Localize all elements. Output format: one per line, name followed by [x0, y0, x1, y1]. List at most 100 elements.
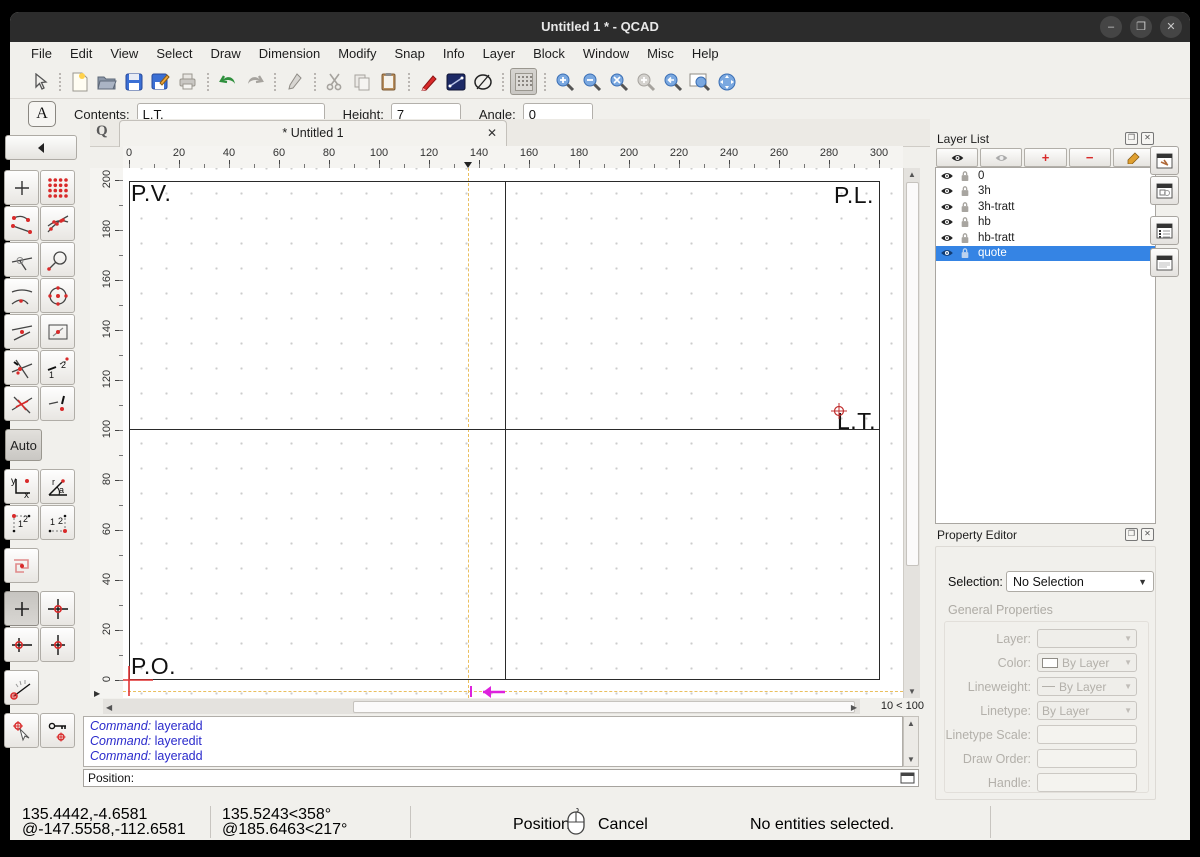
selection-dropdown[interactable]: No Selection ▼	[1006, 571, 1154, 592]
float-panel-icon[interactable]: ❐	[1125, 132, 1138, 145]
layer-lock-icon[interactable]	[960, 247, 970, 259]
layer-visibility-icon[interactable]	[940, 248, 954, 258]
layer-lock-icon[interactable]	[960, 185, 970, 197]
minimize-button[interactable]: –	[1100, 16, 1122, 38]
zoom-window-icon[interactable]	[687, 69, 712, 94]
tab-close-icon[interactable]: ✕	[487, 126, 497, 140]
redo-icon[interactable]	[242, 69, 267, 94]
scroll-up-arrow[interactable]: ▲	[904, 719, 918, 728]
layer-visibility-icon[interactable]	[940, 233, 954, 243]
menu-draw[interactable]: Draw	[201, 44, 249, 63]
menu-edit[interactable]: Edit	[61, 44, 101, 63]
document-tab[interactable]: * Untitled 1 ✕	[119, 120, 507, 147]
snap-tangential-icon[interactable]	[40, 242, 75, 277]
coordinate-cartesian-icon[interactable]: yx	[4, 469, 39, 504]
line-tool-icon[interactable]	[443, 69, 468, 94]
snap-reference-icon[interactable]	[40, 314, 75, 349]
dock-block-list-button[interactable]	[1150, 176, 1179, 205]
layer-row[interactable]: hb	[936, 215, 1155, 231]
snap-intersection-auto-icon[interactable]	[4, 350, 39, 385]
restrict-orthogonal-icon[interactable]	[40, 591, 75, 626]
restrict-off-icon[interactable]	[4, 591, 39, 626]
coordinate-polar-icon[interactable]: ra	[40, 469, 75, 504]
menu-modify[interactable]: Modify	[329, 44, 385, 63]
menu-misc[interactable]: Misc	[638, 44, 683, 63]
color-dropdown[interactable]: By Layer ▼	[1037, 653, 1137, 672]
close-panel-icon[interactable]: ✕	[1141, 528, 1154, 541]
dock-property-editor-button[interactable]	[1150, 146, 1179, 175]
distance-manual-1-icon[interactable]: 12	[4, 505, 39, 540]
set-relative-zero-icon[interactable]	[4, 713, 39, 748]
menu-select[interactable]: Select	[147, 44, 201, 63]
copy-icon[interactable]	[349, 69, 374, 94]
snap-middle-manual-icon[interactable]	[4, 278, 39, 313]
layer-dropdown[interactable]: ▼	[1037, 629, 1137, 648]
menu-window[interactable]: Window	[574, 44, 638, 63]
back-button[interactable]	[5, 135, 77, 160]
snap-perpendicular-icon[interactable]	[4, 242, 39, 277]
distance-manual-2-icon[interactable]: 12	[40, 505, 75, 540]
undo-icon[interactable]	[215, 69, 240, 94]
vertical-scrollbar-thumb[interactable]	[906, 182, 919, 566]
snap-endpoints-icon[interactable]	[4, 206, 39, 241]
snap-middle-icon[interactable]	[4, 314, 39, 349]
snap-intersection-manual-icon[interactable]: 12	[40, 350, 75, 385]
restrict-vertical-icon[interactable]	[40, 627, 75, 662]
menu-view[interactable]: View	[101, 44, 147, 63]
pan-icon[interactable]	[714, 69, 739, 94]
hide-all-layers-button[interactable]	[980, 148, 1023, 167]
close-panel-icon[interactable]: ✕	[1141, 132, 1154, 145]
layer-row[interactable]: hb-tratt	[936, 230, 1155, 246]
command-history-scrollbar[interactable]: ▲ ▼	[903, 716, 919, 767]
snap-polyline-icon[interactable]	[4, 548, 39, 583]
command-line-input[interactable]	[134, 770, 900, 786]
zoom-in-icon[interactable]	[552, 69, 577, 94]
scroll-down-arrow[interactable]: ▼	[904, 755, 918, 764]
layer-visibility-icon[interactable]	[940, 202, 954, 212]
cut-icon[interactable]	[322, 69, 347, 94]
close-button[interactable]: ✕	[1160, 16, 1182, 38]
horizontal-scrollbar-thumb[interactable]	[353, 701, 855, 713]
snap-free-icon[interactable]	[4, 170, 39, 205]
command-history[interactable]: Command: layeradd Command: layeredit Com…	[83, 716, 903, 767]
layer-row-selected[interactable]: quote	[936, 245, 1155, 261]
linetype-scale-input[interactable]	[1037, 725, 1137, 744]
grid-toggle-icon[interactable]	[510, 68, 537, 95]
layer-list-titlebar[interactable]: Layer List ❐ ✕	[933, 130, 1158, 147]
restrict-angle-icon[interactable]	[4, 670, 39, 705]
menu-info[interactable]: Info	[434, 44, 474, 63]
add-layer-button[interactable]: +	[1024, 148, 1067, 167]
property-editor-titlebar[interactable]: Property Editor ❐ ✕	[933, 526, 1158, 543]
remove-layer-button[interactable]: −	[1068, 148, 1111, 167]
menu-layer[interactable]: Layer	[474, 44, 525, 63]
menu-file[interactable]: File	[22, 44, 61, 63]
menu-dimension[interactable]: Dimension	[250, 44, 329, 63]
layer-row[interactable]: 3h-tratt	[936, 199, 1155, 215]
menu-block[interactable]: Block	[524, 44, 574, 63]
save-icon[interactable]	[121, 69, 146, 94]
linetype-dropdown[interactable]: By Layer ▼	[1037, 701, 1137, 720]
layer-lock-icon[interactable]	[960, 216, 970, 228]
drawing-canvas[interactable]: P.V. P.L. L.T. P.O.	[123, 168, 903, 698]
save-as-icon[interactable]	[148, 69, 173, 94]
zoom-actual-icon[interactable]	[633, 69, 658, 94]
snap-off-icon[interactable]	[40, 386, 75, 421]
dock-layer-list-button[interactable]	[1150, 216, 1179, 245]
text-tool-button[interactable]: A	[28, 101, 56, 127]
pen-icon[interactable]	[282, 69, 307, 94]
dock-library-browser-button[interactable]	[1150, 248, 1179, 277]
restrict-horizontal-icon[interactable]	[4, 627, 39, 662]
vertical-scrollbar[interactable]: ▲ ▼	[903, 168, 920, 698]
new-file-icon[interactable]	[67, 69, 92, 94]
zoom-out-icon[interactable]	[579, 69, 604, 94]
ellipse-tool-icon[interactable]	[470, 69, 495, 94]
snap-intersection-icon[interactable]	[4, 386, 39, 421]
scroll-down-arrow[interactable]: ▼	[904, 687, 920, 696]
draw-order-input[interactable]	[1037, 749, 1137, 768]
auto-zoom-icon[interactable]	[606, 69, 631, 94]
handle-input[interactable]	[1037, 773, 1137, 792]
title-bar[interactable]: Untitled 1 * - QCAD – ❐ ✕	[10, 12, 1190, 42]
toggle-command-window-icon[interactable]	[900, 772, 915, 784]
snap-auto-button[interactable]: Auto	[5, 429, 42, 461]
print-icon[interactable]	[175, 69, 200, 94]
